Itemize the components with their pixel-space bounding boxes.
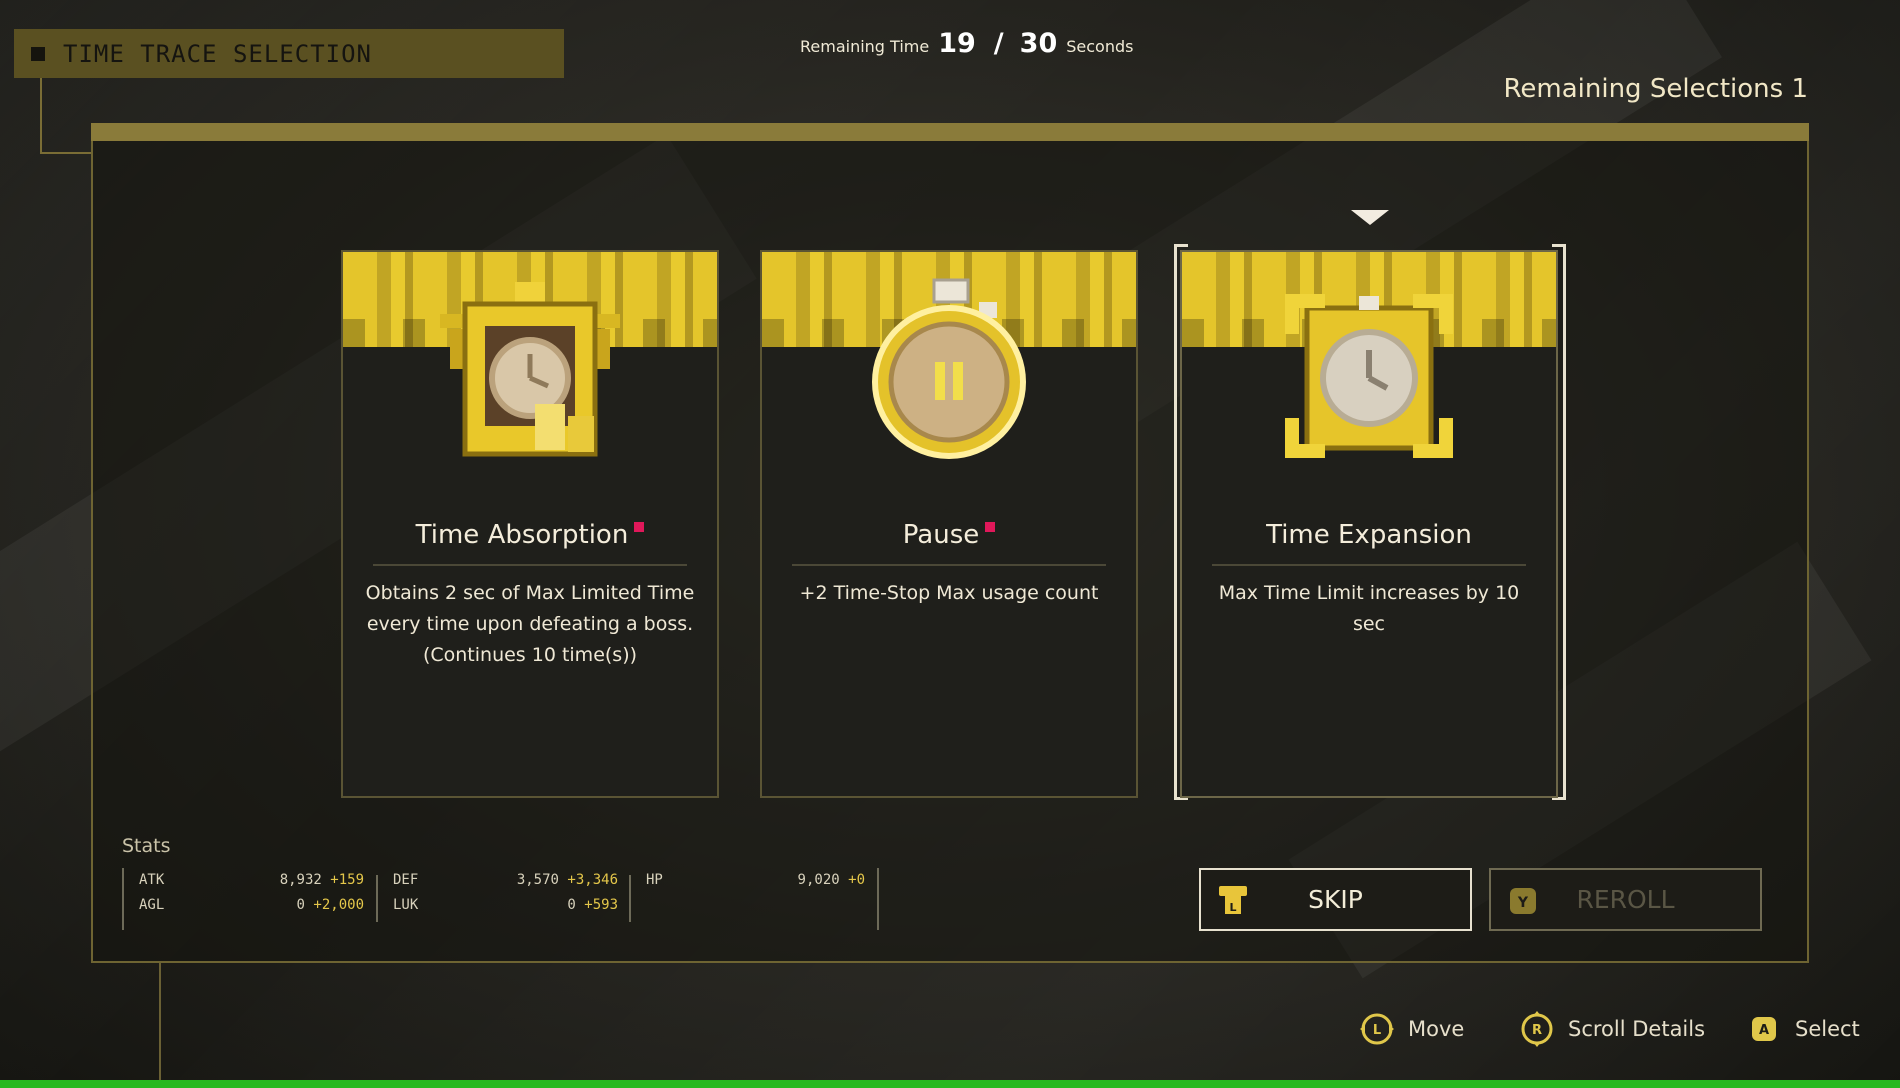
stat-name: LUK xyxy=(393,897,419,913)
stat-name: DEF xyxy=(393,872,419,888)
remaining-selections: Remaining Selections 1 xyxy=(1503,74,1809,104)
timer-label: Remaining Time xyxy=(800,37,930,56)
reroll-button[interactable]: Y REROLL xyxy=(1489,868,1762,931)
card-title: Pause xyxy=(762,520,1136,550)
card-title-text: Pause xyxy=(902,520,980,550)
card-description: Max Time Limit increases by 10 sec xyxy=(1218,582,1520,635)
new-marker-icon xyxy=(985,522,996,532)
hint-scroll-details: R Scroll Details xyxy=(1518,1010,1705,1048)
card-title: Time Absorption xyxy=(343,520,717,550)
stat-bonus: +159 xyxy=(330,872,364,888)
remaining-time: Remaining Time 19 / 30 Seconds xyxy=(800,28,1133,59)
stat-base: 0 xyxy=(296,897,305,913)
selection-arrow-icon xyxy=(1351,210,1389,225)
hint-label: Scroll Details xyxy=(1568,1017,1706,1041)
a-button-icon: A xyxy=(1752,1017,1776,1041)
card-divider xyxy=(373,564,687,566)
stat-value: 0 +2,000 xyxy=(297,897,364,913)
hint-label: Move xyxy=(1408,1017,1465,1041)
stat-name: ATK xyxy=(139,872,165,888)
hint-select: A Select xyxy=(1745,1010,1860,1048)
title-bullet-icon xyxy=(31,46,45,61)
card-pause[interactable]: Pause +2 Time-Stop Max usage count xyxy=(760,250,1138,798)
stat-base: 3,570 xyxy=(516,872,559,888)
svg-text:L: L xyxy=(1373,1023,1381,1038)
bottom-status-bar xyxy=(0,1080,1900,1088)
stat-name: AGL xyxy=(139,897,165,913)
timer-unit: Seconds xyxy=(1066,37,1134,56)
svg-text:R: R xyxy=(1532,1023,1542,1038)
stats-label: Stats xyxy=(122,835,171,857)
clock-trophy-icon xyxy=(440,282,620,457)
stat-value: 9,020 +0 xyxy=(798,872,865,888)
card-divider xyxy=(792,564,1106,566)
stat-bonus: +3,346 xyxy=(567,872,618,888)
stat-bonus: +593 xyxy=(584,897,618,913)
skip-button[interactable]: L SKIP xyxy=(1199,868,1472,931)
card-title-text: Time Expansion xyxy=(1266,520,1472,550)
stats-row: AGL 0 +2,000 LUK 0 +593 xyxy=(124,893,877,918)
skip-label: SKIP xyxy=(1308,885,1363,914)
stat-name: HP xyxy=(646,872,663,888)
stats-table: ATK 8,932 +159 DEF 3,570 +3,346 HP 9,020… xyxy=(122,868,879,930)
stats-row: ATK 8,932 +159 DEF 3,570 +3,346 HP 9,020… xyxy=(124,868,877,893)
stat-bonus: +2,000 xyxy=(313,897,364,913)
timer-separator: / xyxy=(993,28,1004,59)
stat-bonus: +0 xyxy=(848,872,865,888)
title-connector-line xyxy=(40,78,92,154)
stat-value: 3,570 +3,346 xyxy=(517,872,618,888)
card-title-text: Time Absorption xyxy=(415,520,629,550)
hint-label: Select xyxy=(1795,1017,1860,1041)
card-description: Obtains 2 sec of Max Limited Time every … xyxy=(365,582,695,666)
r-stick-icon: R xyxy=(1521,1011,1553,1047)
stat-value: 8,932 +159 xyxy=(280,872,364,888)
connector-line xyxy=(159,963,161,1080)
expand-clock-icon xyxy=(1285,294,1453,458)
card-title: Time Expansion xyxy=(1182,520,1556,550)
stat-base: 9,020 xyxy=(797,872,840,888)
panel-top-bar xyxy=(91,123,1809,141)
card-time-absorption[interactable]: Time Absorption Obtains 2 sec of Max Lim… xyxy=(341,250,719,798)
pause-stopwatch-icon xyxy=(872,278,1026,459)
hint-move: L Move xyxy=(1358,1010,1464,1048)
screen-title: TIME TRACE SELECTION xyxy=(63,39,372,68)
svg-text:A: A xyxy=(1759,1023,1769,1038)
card-divider xyxy=(1212,564,1526,566)
stat-base: 0 xyxy=(567,897,576,913)
l-stick-icon: L xyxy=(1360,1013,1394,1045)
card-time-expansion[interactable]: Time Expansion Max Time Limit increases … xyxy=(1180,250,1558,798)
card-description: +2 Time-Stop Max usage count xyxy=(799,582,1099,604)
stat-value: 0 +593 xyxy=(567,897,618,913)
screen-title-bar: TIME TRACE SELECTION xyxy=(14,29,564,78)
timer-total: 30 xyxy=(1019,28,1058,59)
new-marker-icon xyxy=(634,522,645,532)
timer-current: 19 xyxy=(938,28,976,59)
stat-base: 8,932 xyxy=(279,872,322,888)
reroll-label: REROLL xyxy=(1576,885,1675,914)
